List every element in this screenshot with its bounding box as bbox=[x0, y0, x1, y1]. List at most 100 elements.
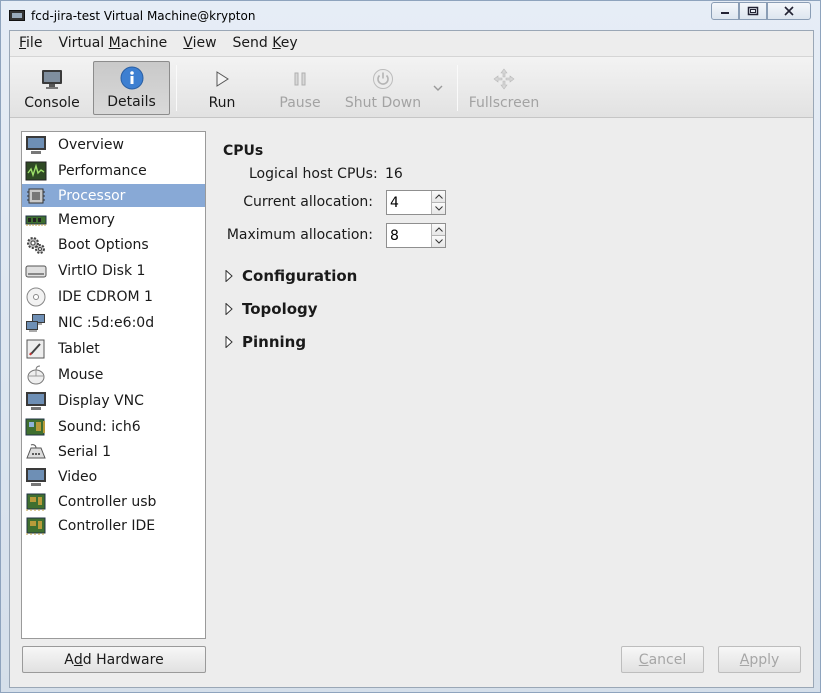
menu-sendkey-mnemonic: K bbox=[272, 35, 281, 51]
monitor-icon bbox=[25, 135, 47, 155]
maximum-allocation-input[interactable] bbox=[387, 224, 431, 247]
sidebar-item-label: VirtIO Disk 1 bbox=[58, 262, 146, 279]
logical-cpus-value: 16 bbox=[385, 166, 403, 182]
cpus-section-title: CPUs bbox=[223, 143, 264, 159]
sidebar-item-mouse[interactable]: Mouse bbox=[22, 363, 205, 386]
sidebar-item-performance[interactable]: Performance bbox=[22, 159, 205, 182]
menu-view[interactable]: View bbox=[174, 31, 223, 56]
expander-arrow-icon bbox=[225, 270, 233, 282]
sidebar-item-tablet[interactable]: Tablet bbox=[22, 337, 205, 360]
current-allocation-label: Current allocation: bbox=[243, 194, 373, 210]
sidebar-item-nic[interactable]: NIC :5d:e6:0d bbox=[22, 311, 205, 334]
cpu-icon bbox=[25, 186, 47, 206]
window-controls bbox=[711, 2, 811, 20]
pause-button[interactable]: Pause bbox=[268, 61, 332, 115]
expander-arrow-icon bbox=[225, 336, 233, 348]
add-hardware-label: d Hardware bbox=[82, 651, 164, 668]
maximize-icon bbox=[747, 6, 759, 16]
configuration-expander[interactable]: Configuration bbox=[223, 267, 357, 285]
sidebar-item-label: Display VNC bbox=[58, 392, 144, 409]
sidebar-item-controller-usb[interactable]: Controller usb bbox=[22, 490, 205, 513]
sidebar-item-sound[interactable]: Sound: ich6 bbox=[22, 415, 205, 438]
close-button[interactable] bbox=[767, 2, 811, 20]
cancel-button[interactable]: Cancel bbox=[621, 646, 704, 673]
minimize-button[interactable] bbox=[711, 2, 739, 20]
pinning-expander[interactable]: Pinning bbox=[223, 333, 306, 351]
shutdown-label: Shut Down bbox=[344, 95, 422, 111]
sidebar-item-processor[interactable]: Processor bbox=[22, 184, 205, 207]
sidebar-item-memory[interactable]: Memory bbox=[22, 208, 205, 231]
sidebar-item-label: Controller usb bbox=[58, 493, 157, 510]
sidebar-item-label: Video bbox=[58, 468, 98, 485]
maximize-button[interactable] bbox=[739, 2, 767, 20]
sidebar-item-video[interactable]: Video bbox=[22, 465, 205, 488]
sidebar-item-label: Serial 1 bbox=[58, 443, 111, 460]
details-button[interactable]: Details bbox=[93, 61, 170, 115]
increment-button[interactable] bbox=[432, 224, 445, 236]
menu-view-mnemonic: V bbox=[183, 35, 193, 51]
sidebar-item-label: Controller IDE bbox=[58, 517, 156, 534]
fullscreen-button[interactable]: Fullscreen bbox=[466, 61, 542, 115]
menu-file[interactable]: File bbox=[10, 31, 49, 56]
fullscreen-label: Fullscreen bbox=[468, 95, 540, 111]
disk-icon bbox=[25, 261, 47, 281]
add-hardware-mnemonic: d bbox=[73, 651, 83, 668]
run-button[interactable]: Run bbox=[190, 61, 254, 115]
apply-button[interactable]: Apply bbox=[718, 646, 801, 673]
info-icon bbox=[120, 66, 144, 90]
shutdown-button[interactable]: Shut Down bbox=[340, 61, 426, 115]
topology-expander[interactable]: Topology bbox=[223, 300, 318, 318]
decrement-button[interactable] bbox=[432, 203, 445, 214]
menu-sendkey-label: ey bbox=[280, 35, 298, 51]
decrement-button[interactable] bbox=[432, 236, 445, 247]
toolbar-separator bbox=[176, 65, 177, 111]
minimize-icon bbox=[721, 12, 729, 14]
logical-cpus-label: Logical host CPUs: bbox=[249, 166, 378, 182]
current-allocation-input[interactable] bbox=[387, 191, 431, 214]
details-label: Details bbox=[107, 94, 156, 110]
sidebar-item-serial[interactable]: Serial 1 bbox=[22, 440, 205, 463]
pause-label: Pause bbox=[279, 95, 321, 111]
spin-buttons bbox=[431, 224, 445, 247]
performance-icon bbox=[25, 161, 47, 181]
sidebar-item-display-vnc[interactable]: Display VNC bbox=[22, 389, 205, 412]
controller-icon bbox=[25, 492, 47, 512]
chevron-up-icon bbox=[434, 194, 443, 199]
sidebar-item-controller-ide[interactable]: Controller IDE bbox=[22, 514, 205, 537]
menu-vm-label-pre: Virtual bbox=[58, 35, 109, 51]
run-label: Run bbox=[208, 95, 236, 111]
increment-button[interactable] bbox=[432, 191, 445, 203]
sound-icon bbox=[25, 417, 47, 437]
menu-virtual-machine[interactable]: Virtual Machine bbox=[49, 31, 174, 56]
shutdown-menu-button[interactable] bbox=[428, 61, 448, 115]
maximum-allocation-spinner[interactable] bbox=[386, 223, 446, 248]
menu-send-key[interactable]: Send Key bbox=[224, 31, 305, 56]
pinning-label: Pinning bbox=[242, 333, 307, 351]
add-hardware-button[interactable]: Add Hardware bbox=[22, 646, 206, 673]
console-button[interactable]: Console bbox=[18, 61, 86, 115]
title-bar[interactable]: fcd-jira-test Virtual Machine@krypton bbox=[1, 1, 820, 30]
app-window: fcd-jira-test Virtual Machine@krypton Fi… bbox=[0, 0, 821, 693]
sidebar-item-label: Overview bbox=[58, 136, 124, 153]
maximum-allocation-label: Maximum allocation: bbox=[226, 227, 373, 243]
sidebar-item-boot-options[interactable]: Boot Options bbox=[22, 233, 205, 256]
chevron-down-icon bbox=[434, 206, 443, 211]
mouse-icon bbox=[25, 365, 47, 385]
cancel-label: ancel bbox=[648, 651, 687, 668]
menu-vm-mnemonic: M bbox=[108, 35, 121, 51]
display-icon bbox=[25, 391, 47, 411]
menu-file-mnemonic: F bbox=[19, 35, 27, 51]
apply-mnemonic: A bbox=[739, 651, 750, 668]
fullscreen-icon bbox=[492, 68, 516, 90]
spin-buttons bbox=[431, 191, 445, 214]
configuration-label: Configuration bbox=[242, 267, 358, 285]
sidebar-item-virtio-disk[interactable]: VirtIO Disk 1 bbox=[22, 259, 205, 282]
sidebar-item-label: NIC :5d:e6:0d bbox=[58, 314, 155, 331]
sidebar-item-overview[interactable]: Overview bbox=[22, 133, 205, 156]
sidebar-item-label: IDE CDROM 1 bbox=[58, 288, 153, 305]
pause-icon bbox=[288, 68, 312, 90]
window-title: fcd-jira-test Virtual Machine@krypton bbox=[31, 8, 256, 23]
console-label: Console bbox=[24, 95, 80, 111]
current-allocation-spinner[interactable] bbox=[386, 190, 446, 215]
sidebar-item-ide-cdrom[interactable]: IDE CDROM 1 bbox=[22, 285, 205, 308]
